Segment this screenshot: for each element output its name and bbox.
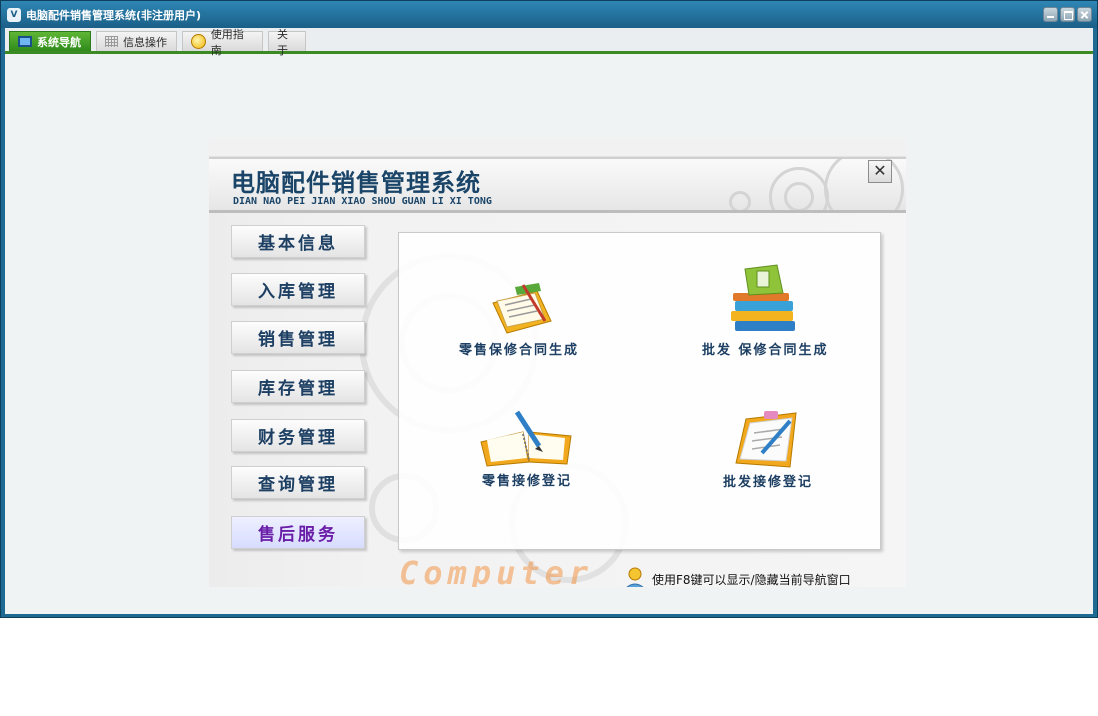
panel-header: 电脑配件销售管理系统 DIAN NAO PEI JIAN XIAO SHOU G…	[209, 157, 906, 213]
monitor-icon	[18, 36, 32, 47]
footer-hint: 使用F8键可以显示/隐藏当前导航窗口	[622, 566, 851, 587]
func-label: 零售接修登记	[481, 474, 572, 489]
menu-stock-in[interactable]: 入库管理	[231, 273, 365, 306]
panel-subtitle: DIAN NAO PEI JIAN XIAO SHOU GUAN LI XI T…	[233, 196, 492, 207]
menu-sales[interactable]: 销售管理	[231, 321, 365, 354]
window-title: 电脑配件销售管理系统(非注册用户)	[26, 8, 202, 22]
close-window-button[interactable]	[1077, 7, 1092, 22]
open-notebook-pen-icon	[480, 410, 572, 467]
func-label: 批发 保修合同生成	[702, 343, 829, 358]
contract-documents-icon	[492, 283, 552, 334]
menu-finance[interactable]: 财务管理	[231, 419, 365, 452]
func-wholesale-repair-registration[interactable]: 批发接修登记	[723, 409, 813, 490]
func-retail-warranty-contract[interactable]: 零售保修合同生成	[459, 281, 579, 358]
tab-about[interactable]: 关于	[268, 28, 306, 57]
menu-basic-info[interactable]: 基本信息	[231, 225, 365, 258]
swirl-decoration	[729, 191, 751, 210]
tab-strip: 系统导航 信息操作 使用指南 关于	[5, 28, 1093, 57]
tab-user-guide[interactable]: 使用指南	[182, 28, 263, 57]
title-bar[interactable]: V 电脑配件销售管理系统(非注册用户)	[1, 1, 1097, 28]
menu-after-sales[interactable]: 售后服务	[231, 516, 365, 549]
panel-top-strip	[209, 138, 906, 157]
function-area: 零售保修合同生成 批发 保修合同生成 零售接修登记 批发接修登记	[398, 232, 881, 550]
swirl-decoration	[824, 159, 904, 210]
tab-label: 系统导航	[37, 35, 81, 49]
minimize-button[interactable]	[1043, 7, 1058, 22]
window-controls	[1043, 7, 1092, 22]
tab-system-nav[interactable]: 系统导航	[9, 31, 91, 51]
app-logo-icon: V	[7, 7, 21, 22]
client-area: 系统导航 信息操作 使用指南 关于 电脑配件销售管理系统 DIAN NAO PE…	[5, 28, 1093, 614]
func-retail-repair-registration[interactable]: 零售接修登记	[477, 408, 577, 489]
user-tip-icon	[626, 567, 644, 587]
func-label: 零售保修合同生成	[459, 343, 580, 358]
navigation-panel: 电脑配件销售管理系统 DIAN NAO PEI JIAN XIAO SHOU G…	[209, 138, 906, 587]
func-wholesale-warranty-contract[interactable]: 批发 保修合同生成	[702, 263, 829, 358]
computer-watermark-logo: Computer	[399, 554, 594, 587]
footer-hint-text: 使用F8键可以显示/隐藏当前导航窗口	[652, 572, 851, 587]
panel-body: 基本信息 入库管理 销售管理 库存管理 财务管理 查询管理 售后服务 零售保修合…	[209, 213, 906, 587]
tab-label: 关于	[277, 27, 288, 57]
func-label: 批发接修登记	[723, 475, 814, 490]
menu-query[interactable]: 查询管理	[231, 466, 365, 499]
tab-label: 信息操作	[123, 35, 167, 49]
clipboard-pen-icon	[735, 411, 797, 468]
book-stack-icon	[731, 264, 796, 331]
maximize-button[interactable]	[1060, 7, 1075, 22]
grid-icon	[105, 36, 118, 47]
tab-label: 使用指南	[210, 27, 244, 57]
close-panel-button[interactable]: ✕	[868, 160, 892, 183]
panel-title: 电脑配件销售管理系统	[231, 169, 481, 197]
swirl-decoration	[784, 182, 814, 210]
menu-inventory[interactable]: 库存管理	[231, 370, 365, 403]
tab-info-ops[interactable]: 信息操作	[96, 31, 177, 51]
smiley-icon	[191, 34, 206, 49]
main-window: V 电脑配件销售管理系统(非注册用户) 系统导航 信息操作 使用指南 关于 电脑…	[0, 0, 1098, 618]
